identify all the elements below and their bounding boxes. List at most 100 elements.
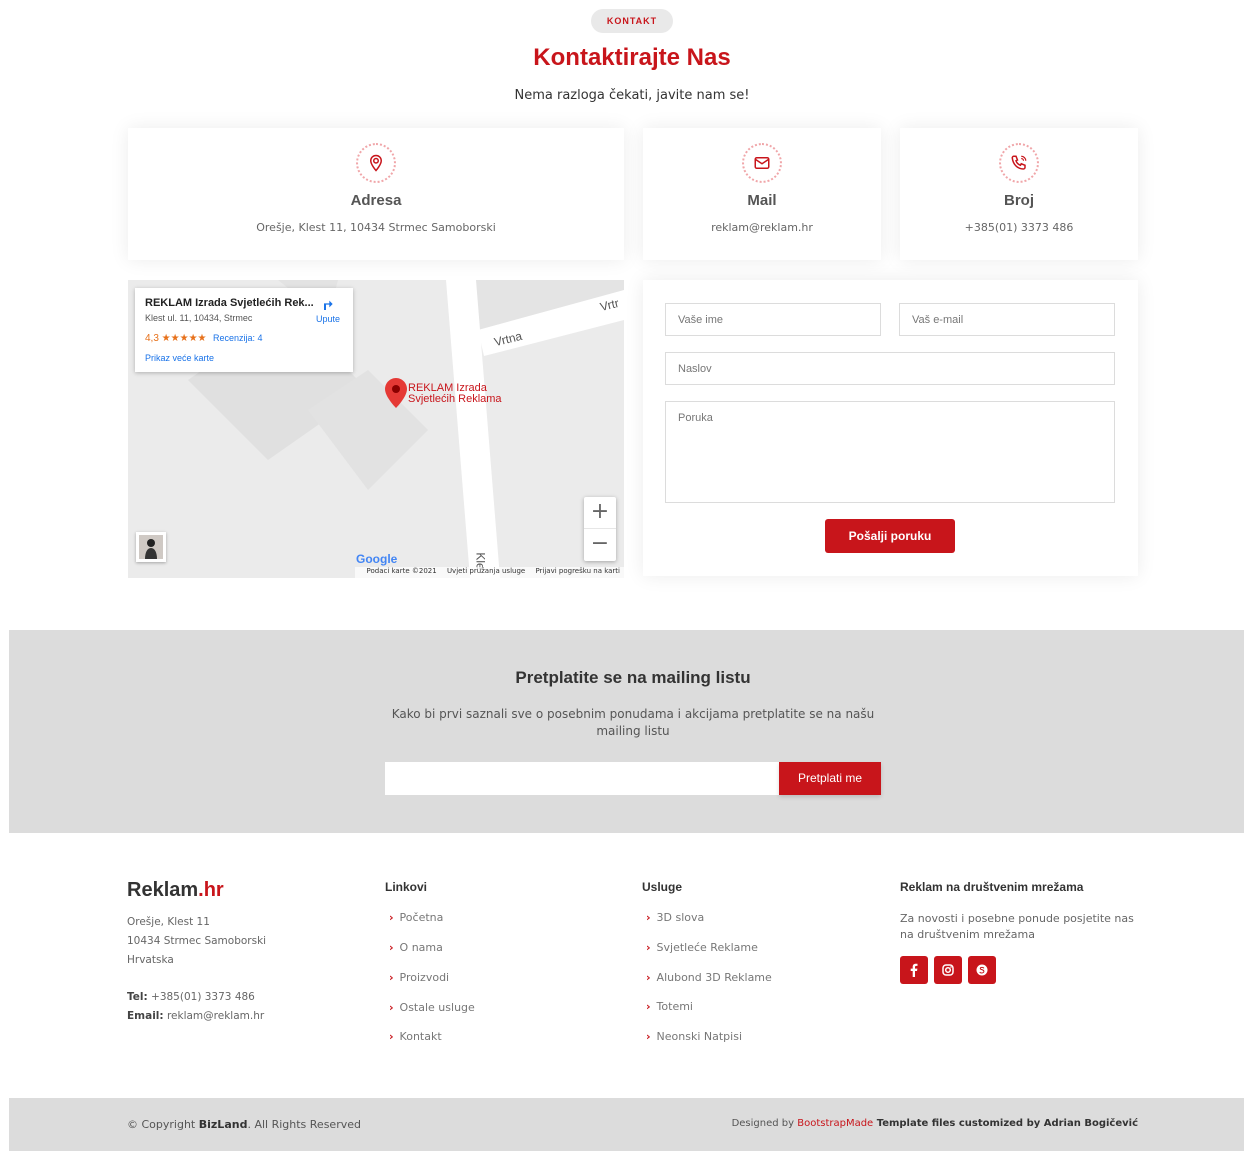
zoom-in-button[interactable]: + (584, 497, 616, 529)
google-map[interactable]: Vrtna Vrtr Kle REKLAM Izrada Svjetlećih … (128, 280, 624, 578)
copyright-prefix: © Copyright (127, 1118, 199, 1131)
footer-links-title: Linkovi (385, 880, 428, 894)
envelope-icon (742, 143, 782, 183)
footer-service-light-ads[interactable]: › Svjetleće Reklame (646, 941, 758, 954)
footer-service-label: Alubond 3D Reklame (656, 971, 772, 984)
map-footer: Podaci karte ©2021 Uvjeti pružanja uslug… (354, 567, 624, 578)
chevron-right-icon: › (646, 971, 651, 984)
chevron-right-icon: › (389, 1001, 394, 1014)
footer-service-alubond[interactable]: › Alubond 3D Reklame (646, 971, 772, 984)
credits-prefix: Designed by (731, 1118, 798, 1129)
bottom-bar: © Copyright BizLand. All Rights Reserved… (9, 1098, 1244, 1151)
copyright: © Copyright BizLand. All Rights Reserved (127, 1118, 361, 1131)
map-data-text: Podaci karte ©2021 (366, 567, 437, 575)
skype-button[interactable] (968, 956, 996, 984)
footer-service-label: Totemi (656, 1000, 693, 1013)
marker-label: REKLAM Izrada Svjetlećih Reklama (408, 383, 502, 405)
phone-card: Broj +385(01) 3373 486 (900, 128, 1138, 260)
email-input[interactable]: Vaš e-mail (899, 303, 1115, 336)
chevron-right-icon: › (389, 1030, 394, 1043)
facebook-button[interactable] (900, 956, 928, 984)
footer-service-3d-letters[interactable]: › 3D slova (646, 911, 704, 924)
footer-email-label: Email: (127, 1010, 164, 1022)
footer-link-label: O nama (399, 941, 443, 954)
directions-label: Upute (315, 314, 341, 324)
footer-social-text: Za novosti i posebne ponude posjetite na… (900, 912, 1134, 941)
newsletter-email-input[interactable] (385, 762, 779, 795)
instagram-icon (942, 964, 954, 976)
google-logo: Google (356, 552, 398, 566)
footer-phone-label: Tel: (127, 991, 148, 1003)
place-reviews-link[interactable]: Recenzija: 4 (213, 333, 263, 343)
footer-link-label: Kontakt (399, 1030, 442, 1043)
map-marker-icon[interactable] (385, 378, 407, 408)
mail-card: Mail reklam@reklam.hr (643, 128, 881, 260)
skype-icon (976, 964, 988, 976)
place-rating: 4,3 ★★★★★ (145, 333, 207, 344)
place-info-card: REKLAM Izrada Svjetlećih Rek... Klest ul… (135, 288, 353, 372)
footer-address-3: Hrvatska (127, 954, 174, 966)
footer-service-label: 3D slova (656, 911, 705, 924)
chevron-right-icon: › (646, 1000, 651, 1013)
street-view-button[interactable] (136, 532, 166, 562)
larger-map-link[interactable]: Prikaz veće karte (145, 353, 214, 363)
zoom-out-button[interactable]: − (584, 529, 616, 561)
footer-link-home[interactable]: › Početna (389, 911, 443, 924)
address-card: Adresa Orešje, Klest 11, 10434 Strmec Sa… (128, 128, 624, 260)
footer-address-2: 10434 Strmec Samoborski (127, 935, 267, 947)
footer-phone: Tel: +385(01) 3373 486 (127, 991, 255, 1003)
copyright-brand: BizLand (198, 1118, 248, 1131)
footer-service-label: Svjetleće Reklame (656, 941, 758, 954)
directions-button[interactable]: Upute (313, 296, 343, 324)
footer-service-neon[interactable]: › Neonski Natpisi (646, 1030, 742, 1043)
place-name: REKLAM Izrada Svjetlećih Rek... (145, 297, 314, 309)
place-address: Klest ul. 11, 10434, Strmec (145, 313, 253, 323)
phone-icon (999, 143, 1039, 183)
chevron-right-icon: › (646, 941, 651, 954)
chevron-right-icon: › (646, 1030, 651, 1043)
brand-name: Reklam (127, 879, 199, 901)
address-title: Adresa (350, 192, 402, 209)
message-textarea[interactable]: Poruka (665, 401, 1115, 503)
copyright-suffix: . All Rights Reserved (247, 1118, 361, 1131)
mail-text: reklam@reklam.hr (711, 221, 813, 234)
chevron-right-icon: › (389, 971, 394, 984)
footer-link-label: Proizvodi (399, 971, 450, 984)
footer-link-contact[interactable]: › Kontakt (389, 1030, 442, 1043)
marker-label-line-2: Svjetlećih Reklama (408, 393, 502, 405)
newsletter-section: Pretplatite se na mailing listu Kako bi … (9, 630, 1244, 833)
footer-brand: Reklam.hr (127, 879, 224, 902)
section-badge: KONTAKT (591, 9, 673, 33)
street-view-icon (139, 535, 163, 559)
footer-link-products[interactable]: › Proizvodi (389, 971, 449, 984)
facebook-icon (910, 963, 918, 977)
map-terms-link[interactable]: Uvjeti pružanja usluge (447, 567, 525, 575)
credits: Designed by BootstrapMade Template files… (732, 1118, 1138, 1129)
footer-social-title: Reklam na društvenim mrežama (900, 880, 1084, 894)
address-text: Orešje, Klest 11, 10434 Strmec Samoborsk… (256, 221, 496, 234)
credits-customized: Template files customized by Adrian Bogi… (873, 1118, 1138, 1129)
mail-title: Mail (747, 192, 777, 209)
name-input[interactable]: Vaše ime (665, 303, 881, 336)
subscribe-button[interactable]: Pretplati me (779, 762, 881, 795)
chevron-right-icon: › (389, 911, 394, 924)
brand-accent: .hr (198, 879, 224, 901)
directions-icon (324, 300, 333, 310)
instagram-button[interactable] (934, 956, 962, 984)
footer-link-other-services[interactable]: › Ostale usluge (389, 1001, 475, 1014)
contact-form: Vaše ime Vaš e-mail Naslov Poruka Pošalj… (643, 280, 1138, 576)
page-subtitle: Nema razloga čekati, javite nam se! (514, 88, 750, 103)
map-report-link[interactable]: Prijavi pogrešku na karti (535, 567, 620, 575)
send-message-button[interactable]: Pošalji poruku (825, 519, 955, 553)
designer-link[interactable]: BootstrapMade (797, 1118, 873, 1129)
map-pin-icon (356, 143, 396, 183)
footer-email-value: reklam@reklam.hr (163, 1010, 265, 1022)
footer-email: Email: reklam@reklam.hr (127, 1010, 264, 1022)
footer-link-label: Početna (399, 911, 444, 924)
footer-link-about[interactable]: › O nama (389, 941, 443, 954)
newsletter-title: Pretplatite se na mailing listu (515, 668, 751, 687)
page-title: Kontaktirajte Nas (533, 44, 731, 71)
footer-service-totems[interactable]: › Totemi (646, 1000, 693, 1013)
subject-input[interactable]: Naslov (665, 352, 1115, 385)
phone-title: Broj (1004, 192, 1034, 209)
